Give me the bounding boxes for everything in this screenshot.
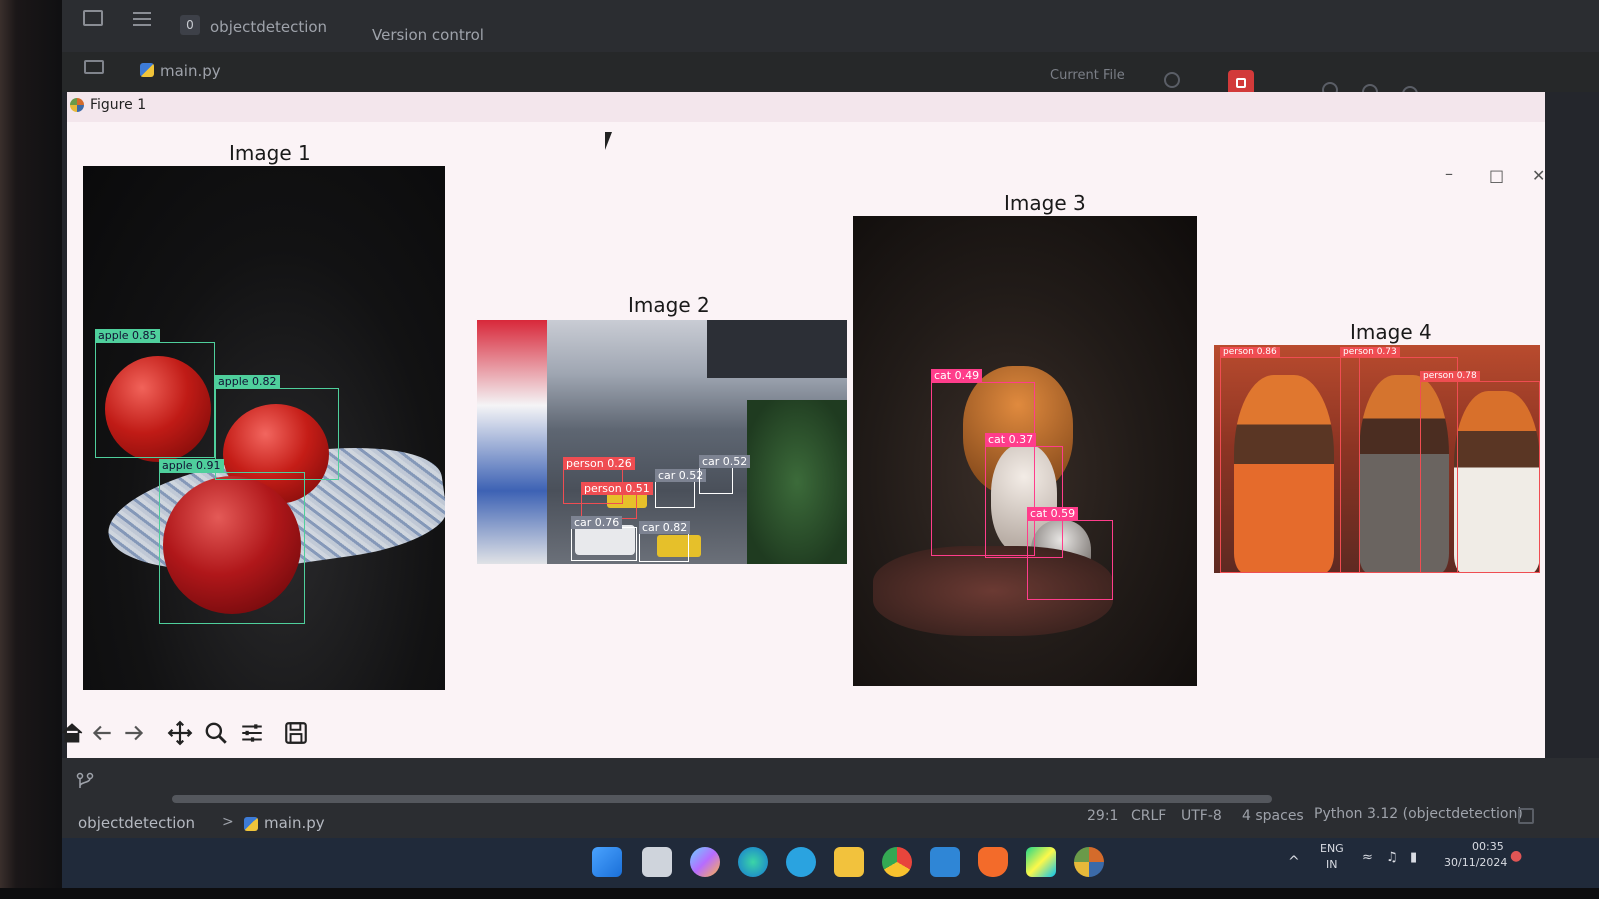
notification-bell-icon[interactable]: ● xyxy=(1510,848,1522,864)
mouse-cursor-icon xyxy=(605,132,612,150)
detection-label: apple 0.82 xyxy=(215,375,280,388)
project-name[interactable]: objectdetection xyxy=(210,18,327,36)
breadcrumb-file[interactable]: main.py xyxy=(264,814,325,832)
project-badge[interactable]: 0 xyxy=(180,15,200,35)
clock-date[interactable]: 30/11/2024 xyxy=(1444,856,1507,869)
ide-toolbar: main.py Current File xyxy=(62,52,1599,102)
windows-taskbar: ^ ENG IN ≈ ♫ ▮ 00:35 30/11/2024 ● xyxy=(62,838,1599,888)
cursor-position[interactable]: 29:1 xyxy=(1087,808,1118,824)
detection-box xyxy=(1220,357,1360,573)
detection-label: car 0.52 xyxy=(699,455,751,468)
detection-box xyxy=(655,480,695,508)
close-icon[interactable]: ✕ xyxy=(1532,166,1545,185)
detection-box xyxy=(215,388,339,480)
figure-window-title: Figure 1 xyxy=(90,97,147,113)
configure-subplots-icon[interactable] xyxy=(239,720,265,746)
language-region[interactable]: IN xyxy=(1326,858,1337,871)
language-indicator[interactable]: ENG xyxy=(1320,842,1344,855)
breadcrumb-separator: > xyxy=(222,814,234,830)
axes-title-image-4: Image 4 xyxy=(1350,320,1432,344)
line-separator[interactable]: CRLF xyxy=(1131,808,1166,824)
figure-title-bar: Figure 1 – □ ✕ xyxy=(67,92,1545,185)
python-file-icon xyxy=(244,817,258,831)
forward-arrow-icon[interactable] xyxy=(121,720,147,746)
laptop-bezel-left xyxy=(0,0,62,899)
home-icon[interactable] xyxy=(62,720,85,746)
maximize-icon[interactable]: □ xyxy=(1489,166,1504,185)
main-menu-icon[interactable] xyxy=(133,12,151,26)
edge-browser-icon[interactable] xyxy=(738,847,768,877)
trees xyxy=(747,400,847,564)
image-panel-1: apple 0.85 apple 0.82 apple 0.91 xyxy=(83,166,445,690)
detection-label: cat 0.59 xyxy=(1027,507,1079,520)
rerun-icon[interactable] xyxy=(1164,72,1180,88)
matplotlib-figure-icon[interactable] xyxy=(1074,847,1104,877)
minimize-icon[interactable]: – xyxy=(1445,164,1453,183)
detection-box xyxy=(1027,520,1113,600)
version-control-menu[interactable]: Version control xyxy=(372,26,484,44)
detection-label: car 0.76 xyxy=(571,516,623,529)
detection-label: apple 0.91 xyxy=(159,459,224,472)
back-arrow-icon[interactable] xyxy=(89,720,115,746)
axes-title-image-2: Image 2 xyxy=(628,293,710,317)
editor-tab-main-py[interactable]: main.py xyxy=(160,62,221,80)
figure-window: Figure 1 – □ ✕ Image 1 apple 0.85 apple … xyxy=(62,92,1545,758)
volume-icon[interactable]: ♫ xyxy=(1386,850,1398,865)
file-encoding[interactable]: UTF-8 xyxy=(1181,808,1222,824)
python-file-icon xyxy=(140,63,154,77)
copilot-icon[interactable] xyxy=(690,847,720,877)
image-panel-3: cat 0.49 cat 0.37 cat 0.59 xyxy=(853,216,1197,686)
overpass xyxy=(707,320,847,378)
axes-title-image-3: Image 3 xyxy=(1004,191,1086,215)
git-branch-icon[interactable] xyxy=(76,772,94,790)
screen: 0 objectdetection Version control main.p… xyxy=(62,0,1599,888)
vscode-icon[interactable] xyxy=(930,847,960,877)
run-configuration-select[interactable]: Current File xyxy=(1050,68,1125,83)
indent-setting[interactable]: 4 spaces xyxy=(1242,808,1304,824)
detection-label: person 0.73 xyxy=(1340,347,1400,357)
detection-label: car 0.82 xyxy=(639,521,691,534)
detection-box xyxy=(699,466,733,494)
detection-box xyxy=(639,532,689,562)
start-menu-icon[interactable] xyxy=(592,847,622,877)
image-panel-4: person 0.86 person 0.73 person 0.78 xyxy=(1214,345,1540,573)
project-folder-icon[interactable] xyxy=(84,60,104,74)
python-interpreter[interactable]: Python 3.12 (objectdetection) xyxy=(1314,806,1523,822)
detection-label: person 0.78 xyxy=(1420,371,1480,381)
file-explorer-icon[interactable] xyxy=(834,847,864,877)
task-view-icon[interactable] xyxy=(642,847,672,877)
detection-box xyxy=(159,472,305,624)
readonly-lock-icon[interactable] xyxy=(1518,808,1534,824)
pan-icon[interactable] xyxy=(167,720,193,746)
detection-box xyxy=(571,527,637,561)
matplotlib-logo-icon xyxy=(70,98,84,112)
billboard-building xyxy=(477,320,547,564)
detection-box xyxy=(1420,381,1540,573)
axes-title-image-1: Image 1 xyxy=(229,141,311,165)
save-icon[interactable] xyxy=(283,720,309,746)
battery-icon[interactable]: ▮ xyxy=(1410,850,1417,865)
clock-time[interactable]: 00:35 xyxy=(1472,840,1504,853)
wifi-icon[interactable]: ≈ xyxy=(1362,850,1373,865)
detection-label: person 0.51 xyxy=(581,482,653,495)
show-hidden-icons-chevron-icon[interactable]: ^ xyxy=(1288,854,1300,870)
image-panel-2: person 0.26 person 0.51 car 0.76 car 0.8… xyxy=(477,320,847,564)
detection-label: cat 0.37 xyxy=(985,433,1037,446)
laptop-bezel-bottom xyxy=(0,888,1599,899)
ide-title-bar: 0 objectdetection Version control xyxy=(62,0,1599,52)
detection-label: cat 0.49 xyxy=(931,369,983,382)
detection-box xyxy=(95,342,215,458)
chrome-icon[interactable] xyxy=(882,847,912,877)
detection-label: apple 0.85 xyxy=(95,329,160,342)
telegram-icon[interactable] xyxy=(786,847,816,877)
detection-label: person 0.86 xyxy=(1220,347,1280,357)
brave-browser-icon[interactable] xyxy=(978,847,1008,877)
horizontal-scrollbar[interactable] xyxy=(172,795,1272,803)
detection-label: person 0.26 xyxy=(563,457,635,470)
breadcrumb-project[interactable]: objectdetection xyxy=(78,814,195,832)
pycharm-icon[interactable] xyxy=(1026,847,1056,877)
zoom-icon[interactable] xyxy=(203,720,229,746)
ide-logo-icon[interactable] xyxy=(83,10,103,26)
status-bar: objectdetection > main.py 29:1 CRLF UTF-… xyxy=(62,806,1599,838)
